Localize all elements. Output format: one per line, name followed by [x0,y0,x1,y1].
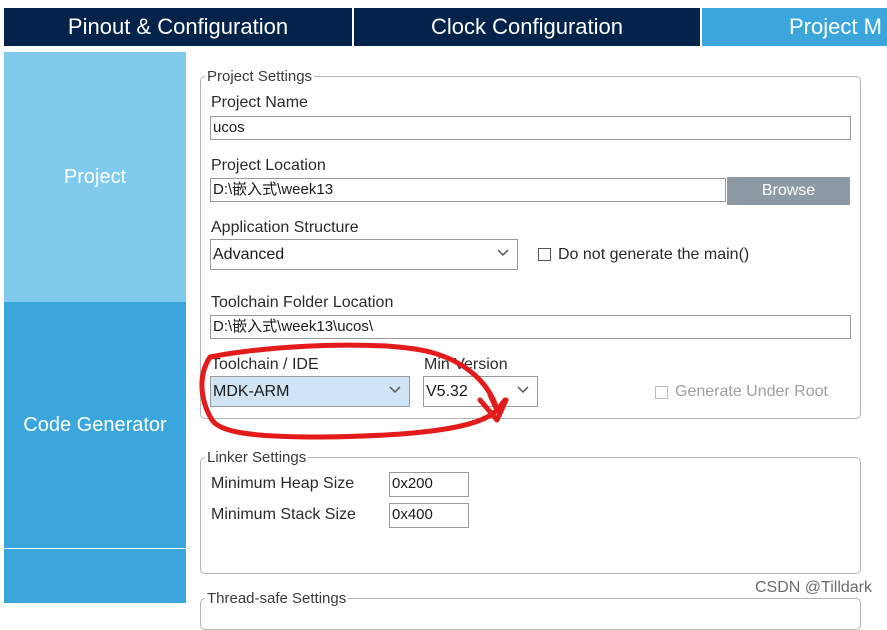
watermark: CSDN @Tilldark [755,579,872,596]
red-circle-annotation [199,342,509,440]
